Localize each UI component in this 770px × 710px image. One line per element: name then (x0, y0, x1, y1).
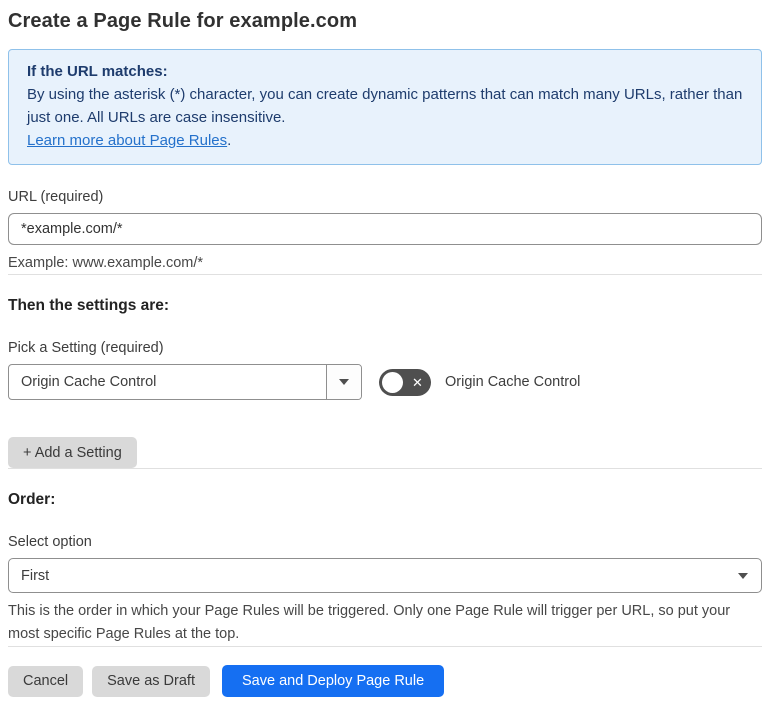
divider (8, 646, 762, 647)
order-select-value: First (21, 567, 50, 584)
order-select-label: Select option (8, 534, 92, 550)
info-box-link-line: Learn more about Page Rules. (27, 129, 743, 152)
setting-select[interactable]: Origin Cache Control (8, 364, 362, 400)
divider (8, 468, 762, 469)
setting-select-caret-button[interactable] (326, 365, 361, 399)
origin-cache-control-toggle[interactable]: ✕ (379, 368, 431, 396)
footer-actions: Cancel Save as Draft Save and Deploy Pag… (8, 665, 762, 697)
order-select[interactable]: First (8, 558, 762, 593)
settings-section-heading: Then the settings are: (8, 297, 170, 314)
chevron-down-icon (738, 572, 748, 579)
setting-select-value: Origin Cache Control (21, 374, 157, 390)
divider (8, 274, 762, 275)
page-rule-form: Create a Page Rule for example.com If th… (0, 0, 770, 705)
url-match-info-box: If the URL matches: By using the asteris… (8, 49, 762, 165)
learn-more-link[interactable]: Learn more about Page Rules (27, 132, 227, 149)
toggle-label: Origin Cache Control (445, 374, 581, 390)
setting-row: Origin Cache Control ✕ Origin Cache Cont… (8, 364, 762, 400)
link-suffix: . (227, 132, 232, 149)
setting-picker-label: Pick a Setting (required) (8, 340, 164, 356)
order-section-heading: Order: (8, 491, 56, 508)
toggle-off-x-icon: ✕ (412, 374, 423, 390)
add-setting-button[interactable]: + Add a Setting (8, 437, 137, 468)
url-field-label: URL (required) (8, 189, 104, 205)
chevron-down-icon (339, 379, 349, 385)
page-title: Create a Page Rule for example.com (8, 10, 358, 32)
toggle-knob (382, 371, 403, 393)
order-helper-text: This is the order in which your Page Rul… (8, 603, 731, 642)
info-box-body: By using the asterisk (*) character, you… (27, 86, 743, 126)
cancel-button[interactable]: Cancel (8, 665, 84, 697)
url-example-helper: Example: www.example.com/* (8, 255, 204, 271)
save-and-deploy-button[interactable]: Save and Deploy Page Rule (221, 665, 445, 697)
origin-cache-control-toggle-wrap: ✕ Origin Cache Control (379, 368, 581, 396)
url-input[interactable] (8, 213, 762, 245)
save-as-draft-button[interactable]: Save as Draft (92, 665, 210, 697)
info-box-heading: If the URL matches: (27, 63, 168, 80)
